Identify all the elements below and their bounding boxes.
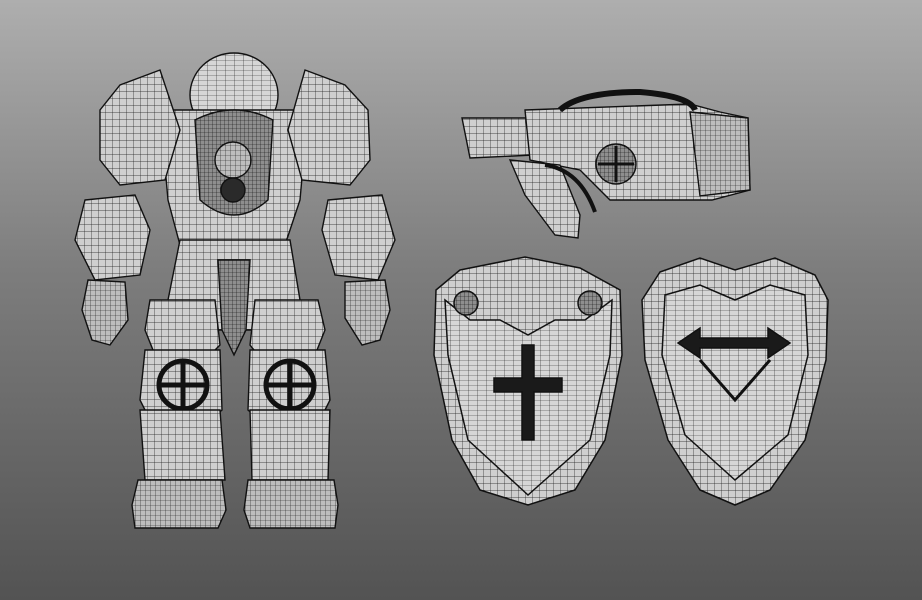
rifle-barrel bbox=[689, 111, 751, 197]
left-boot bbox=[131, 479, 227, 529]
left-shin bbox=[139, 409, 226, 481]
left-shoulder-pauldron bbox=[99, 69, 181, 186]
face-mask bbox=[214, 141, 252, 179]
left-forearm bbox=[74, 194, 151, 281]
right-shoulder-pauldron bbox=[287, 69, 371, 186]
left-thigh bbox=[144, 299, 221, 356]
left-hand bbox=[81, 279, 129, 346]
right-forearm bbox=[321, 194, 396, 281]
rifle-mesh[interactable] bbox=[461, 88, 751, 239]
3d-viewport[interactable] bbox=[0, 0, 922, 600]
shield-arrow-mesh[interactable] bbox=[641, 257, 829, 506]
right-boot bbox=[243, 479, 339, 529]
right-shin bbox=[249, 409, 331, 481]
shield-cross-mesh[interactable] bbox=[433, 256, 623, 506]
rifle-grip bbox=[508, 159, 581, 239]
viewport-scene bbox=[74, 52, 829, 529]
right-thigh bbox=[249, 299, 326, 356]
right-hand bbox=[344, 279, 391, 346]
codpiece bbox=[217, 259, 251, 357]
armor-suit-mesh[interactable] bbox=[74, 52, 396, 529]
rifle-stock bbox=[461, 117, 536, 159]
